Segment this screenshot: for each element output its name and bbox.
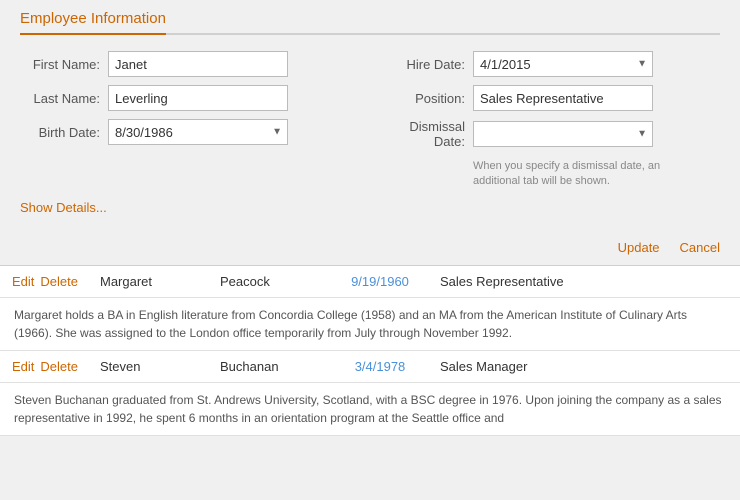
edit-button-2[interactable]: Edit xyxy=(12,359,34,374)
dismissal-date-select[interactable] xyxy=(473,121,653,147)
first-name-input[interactable] xyxy=(108,51,288,77)
hire-date-wrapper: 4/1/2015 ▼ xyxy=(473,51,653,77)
first-name-label: First Name: xyxy=(20,57,100,72)
table-row: Edit Delete Steven Buchanan 3/4/1978 Sal… xyxy=(0,351,740,383)
position-cell-2: Sales Manager xyxy=(430,351,740,382)
position-input[interactable] xyxy=(473,85,653,111)
birth-date-cell-1: 9/19/1960 xyxy=(330,266,430,297)
last-name-row: Last Name: xyxy=(20,85,355,111)
actions-cell-1: Edit Delete xyxy=(0,266,90,297)
form-left: First Name: Last Name: Birth Date: 8/30/… xyxy=(20,51,355,190)
last-name-cell-1: Peacock xyxy=(210,266,330,297)
delete-button-1[interactable]: Delete xyxy=(40,274,78,289)
tab-header: Employee Information xyxy=(20,10,720,35)
last-name-input[interactable] xyxy=(108,85,288,111)
bio-row-2: Steven Buchanan graduated from St. Andre… xyxy=(0,383,740,436)
form-right: Hire Date: 4/1/2015 ▼ Position: Dismissa… xyxy=(385,51,720,190)
employee-table: Edit Delete Margaret Peacock 9/19/1960 S… xyxy=(0,266,740,436)
first-name-row: First Name: xyxy=(20,51,355,77)
tab-employee-information[interactable]: Employee Information xyxy=(20,10,166,35)
dismissal-date-label: Dismissal Date: xyxy=(385,119,465,149)
action-row: Update Cancel xyxy=(0,230,740,265)
actions-cell-2: Edit Delete xyxy=(0,351,90,382)
bio-row-1: Margaret holds a BA in English literatur… xyxy=(0,298,740,351)
delete-button-2[interactable]: Delete xyxy=(40,359,78,374)
birth-date-select[interactable]: 8/30/1986 xyxy=(108,119,288,145)
position-row: Position: xyxy=(385,85,720,111)
dismissal-date-wrapper: ▼ xyxy=(473,121,653,147)
form-section: First Name: Last Name: Birth Date: 8/30/… xyxy=(20,51,720,190)
top-panel: Employee Information First Name: Last Na… xyxy=(0,0,740,230)
edit-button-1[interactable]: Edit xyxy=(12,274,34,289)
last-name-label: Last Name: xyxy=(20,91,100,106)
dismissal-date-row: Dismissal Date: ▼ xyxy=(385,119,720,149)
birth-date-cell-2: 3/4/1978 xyxy=(330,351,430,382)
position-label: Position: xyxy=(385,91,465,106)
show-details-link[interactable]: Show Details... xyxy=(20,200,107,215)
hire-date-select[interactable]: 4/1/2015 xyxy=(473,51,653,77)
update-button[interactable]: Update xyxy=(618,236,660,259)
hire-date-row: Hire Date: 4/1/2015 ▼ xyxy=(385,51,720,77)
table-row: Edit Delete Margaret Peacock 9/19/1960 S… xyxy=(0,266,740,298)
birth-date-wrapper: 8/30/1986 ▼ xyxy=(108,119,288,145)
last-name-cell-2: Buchanan xyxy=(210,351,330,382)
cancel-button[interactable]: Cancel xyxy=(680,236,720,259)
first-name-cell-1: Margaret xyxy=(90,266,210,297)
position-cell-1: Sales Representative xyxy=(430,266,740,297)
dismissal-hint: When you specify a dismissal date, an ad… xyxy=(473,159,693,190)
birth-date-label: Birth Date: xyxy=(20,125,100,140)
birth-date-row: Birth Date: 8/30/1986 ▼ xyxy=(20,119,355,145)
first-name-cell-2: Steven xyxy=(90,351,210,382)
hire-date-label: Hire Date: xyxy=(385,57,465,72)
